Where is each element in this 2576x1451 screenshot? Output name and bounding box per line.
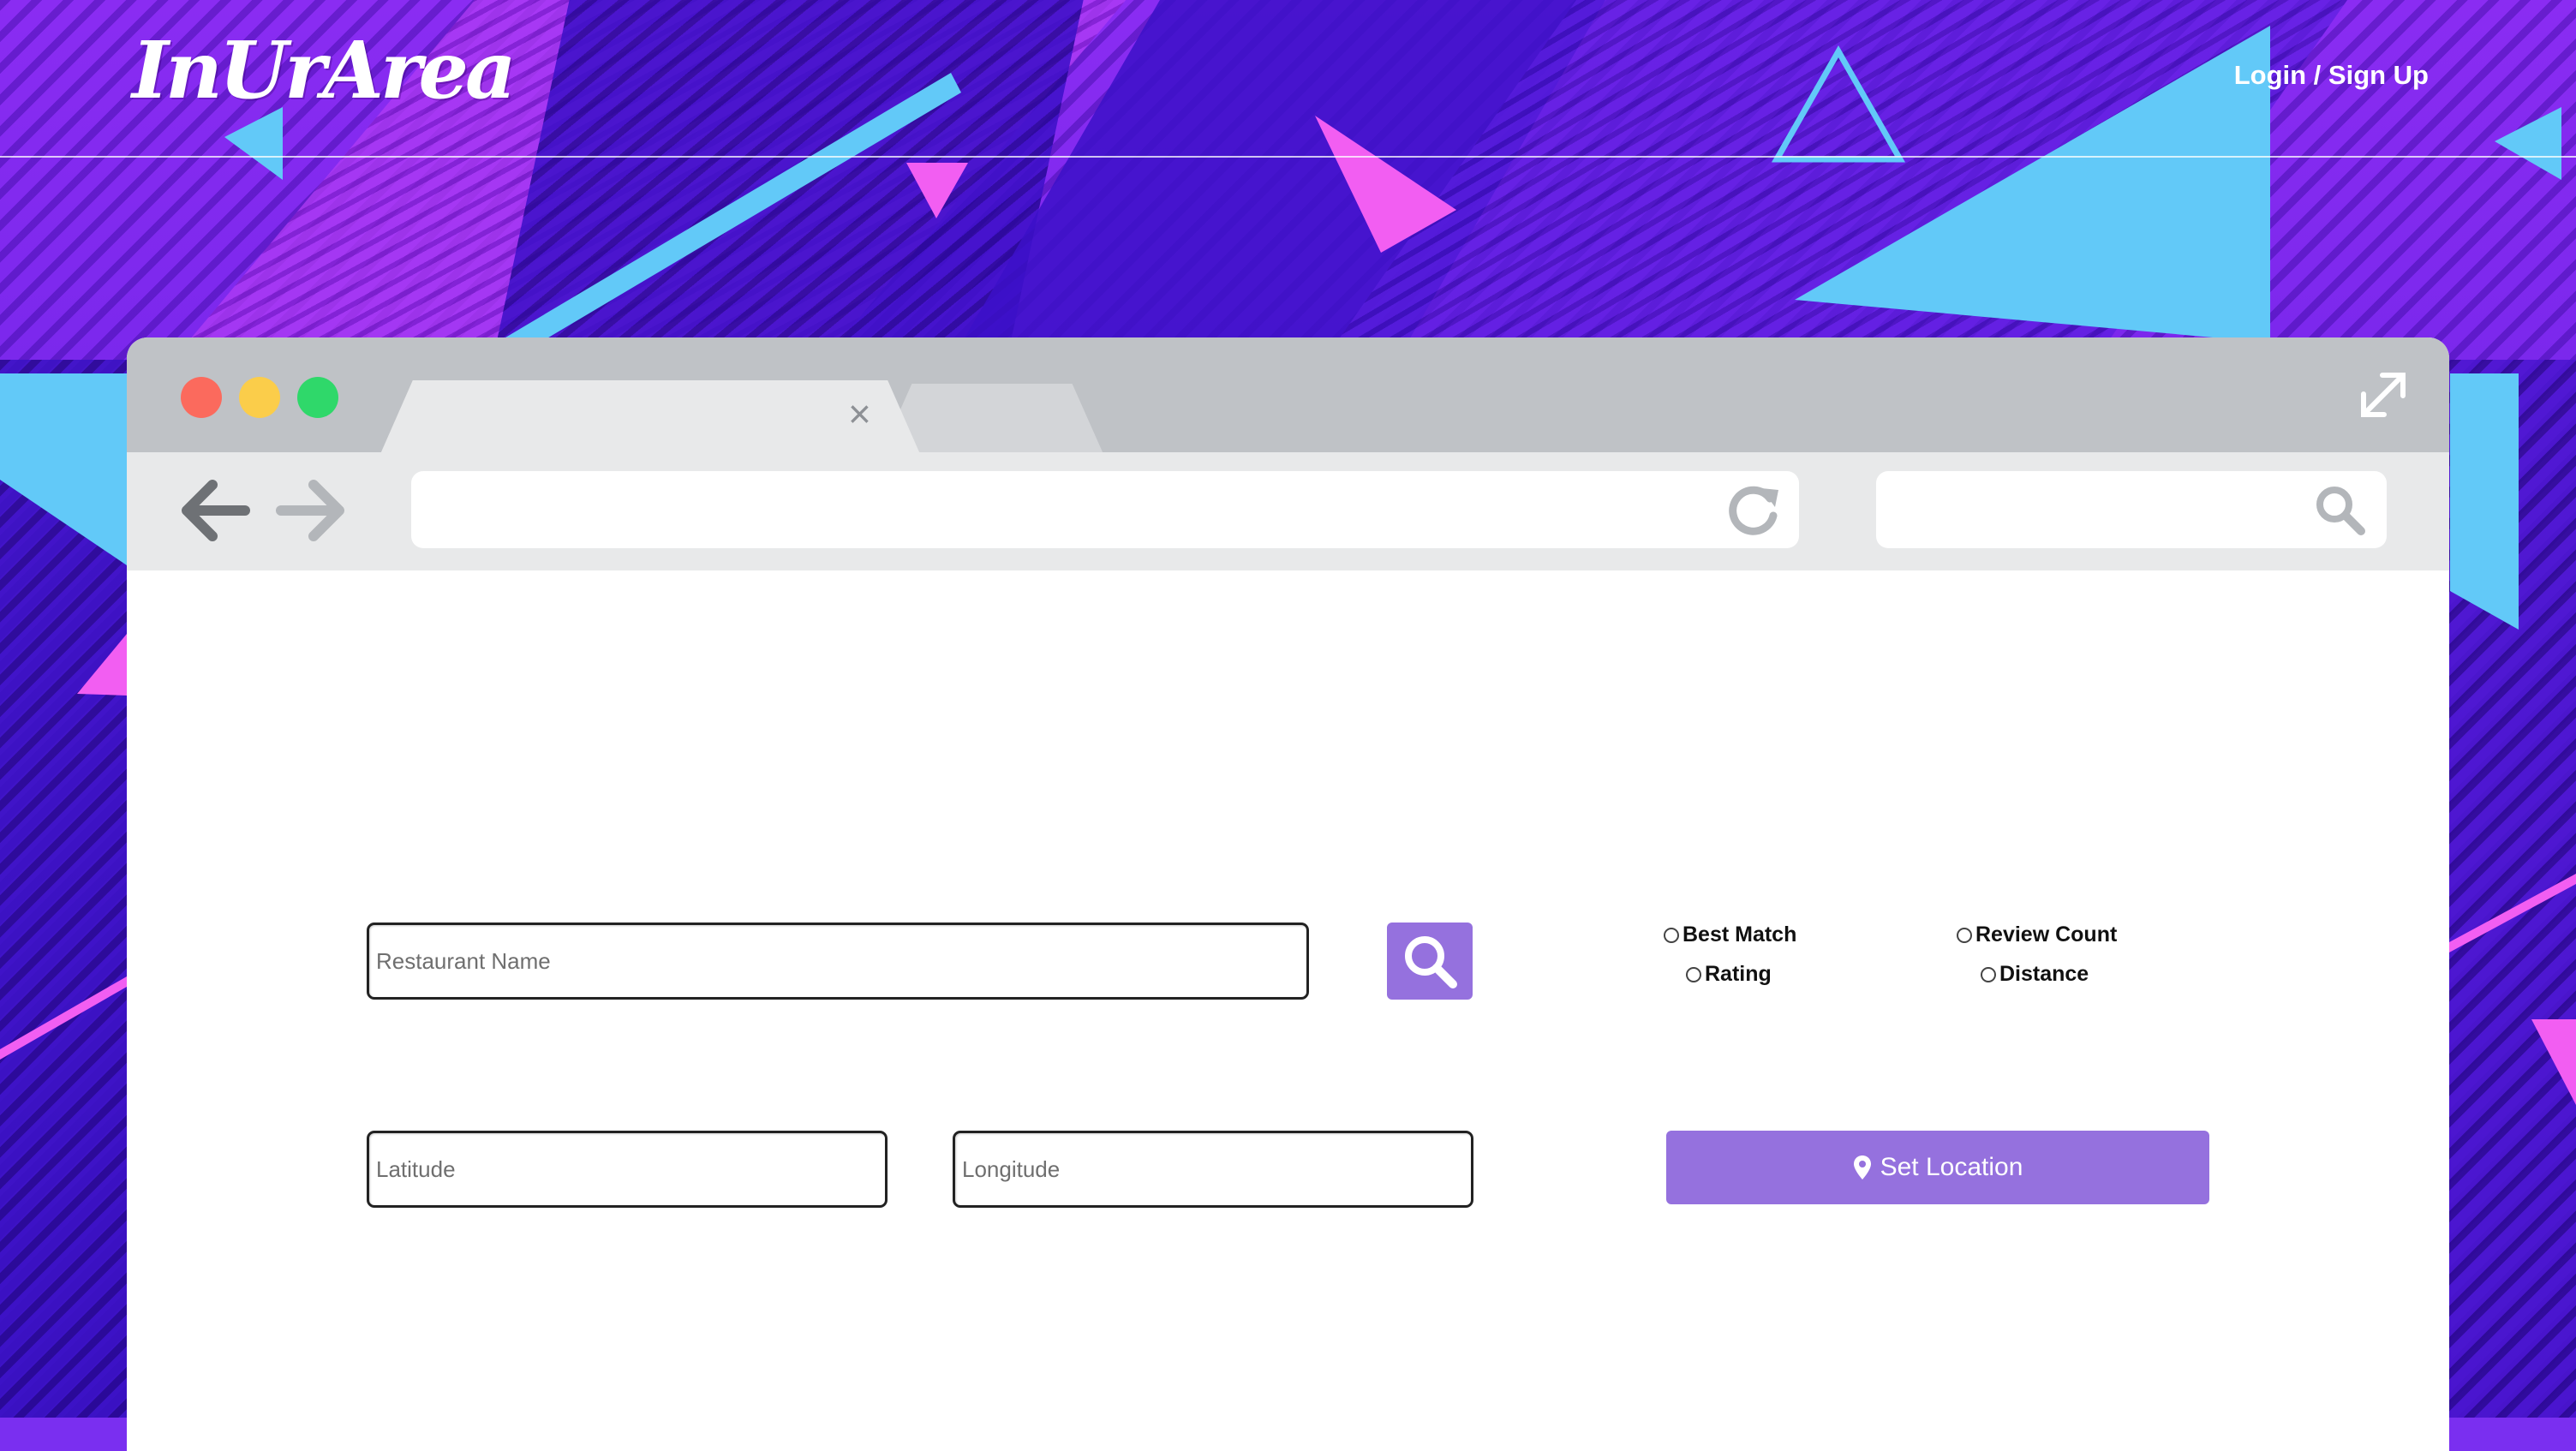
set-location-label: Set Location: [1880, 1153, 2023, 1181]
radio-button[interactable]: [1981, 966, 1996, 982]
sort-rating-label: Rating: [1705, 962, 1772, 986]
sort-options: Best Match Review Count Rating Distance: [1660, 923, 2174, 1008]
sort-best-match-label: Best Match: [1682, 923, 1797, 946]
login-signup-link[interactable]: Login / Sign Up: [2234, 60, 2429, 91]
sort-best-match[interactable]: Best Match: [1664, 923, 1796, 947]
window-minimize-dot: [239, 377, 280, 418]
browser-search-bar: [1876, 471, 2387, 548]
site-header: InUrArea Login / Sign Up: [0, 0, 2576, 158]
radio-button[interactable]: [1686, 966, 1701, 982]
window-maximize-dot: [297, 377, 338, 418]
window-close-dot: [181, 377, 222, 418]
radio-button[interactable]: [1957, 927, 1972, 943]
longitude-input[interactable]: [953, 1131, 1473, 1208]
sort-review-count-label: Review Count: [1975, 923, 2118, 946]
latitude-input[interactable]: [367, 1131, 888, 1208]
tab-close-icon: ×: [848, 391, 871, 436]
refresh-icon: [1729, 486, 1778, 535]
arrow-left-icon: [182, 480, 250, 541]
sort-review-count[interactable]: Review Count: [1957, 923, 2117, 947]
browser-toolbar: [127, 452, 2449, 570]
site-logo[interactable]: InUrArea: [132, 24, 517, 116]
map-marker-icon: [1853, 1155, 1871, 1179]
sort-rating[interactable]: Rating: [1686, 962, 1772, 987]
set-location-button[interactable]: Set Location: [1666, 1131, 2209, 1204]
search-button[interactable]: [1387, 923, 1473, 1000]
restaurant-name-input[interactable]: [367, 923, 1309, 1000]
browser-window: × Restaurant Name Best Match Review Coun…: [127, 337, 2449, 1451]
search-icon: [2316, 487, 2365, 535]
browser-tab-active: [380, 380, 920, 454]
sort-distance-label: Distance: [1999, 962, 2089, 986]
restaurant-search-form: Best Match Review Count Rating Distance: [127, 570, 2449, 1451]
expand-icon: [2361, 373, 2406, 417]
sort-distance[interactable]: Distance: [1981, 962, 2089, 987]
browser-titlebar: ×: [127, 337, 2449, 454]
search-icon: [1405, 936, 1457, 988]
arrow-right-icon: [276, 480, 344, 541]
radio-button[interactable]: [1664, 927, 1679, 943]
browser-address-bar: [411, 471, 1799, 548]
